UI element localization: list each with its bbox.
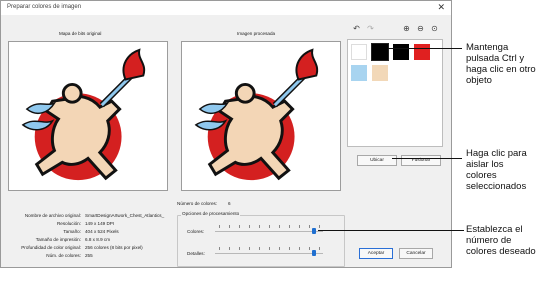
slider-tick [229,247,230,250]
slider-tick [299,247,300,250]
slider-tick [229,225,230,228]
original-runner-image [21,48,146,181]
slider-tick [219,225,220,228]
redo-icon[interactable]: ↷ [365,23,376,34]
detalles-slider[interactable] [215,253,323,254]
color-swatch[interactable] [414,44,430,60]
zoom-out-icon[interactable]: ⊖ [415,23,426,34]
slider-tick [309,225,310,228]
callout-leader-line [388,48,462,49]
color-swatch[interactable] [371,43,389,61]
processed-image-panel [181,41,341,191]
info-label: Tamaño: [63,229,81,234]
info-value: 149 x 149 DPI [85,221,115,226]
processed-runner-image [194,48,319,181]
close-icon[interactable]: ✕ [437,2,445,12]
processed-image-label: Imagen procesada [237,31,276,36]
prepare-image-colors-dialog: Preparar colores de imagen ✕ Mapa de bit… [0,0,452,268]
aceptar-button[interactable]: Aceptar [359,248,393,259]
info-label: Profundidad de color original: [21,245,81,250]
slider-tick [269,247,270,250]
processing-options-title: Opciones de procesamiento [181,211,241,216]
zoom-in-icon[interactable]: ⊕ [401,23,412,34]
info-value: 256 colores (8 bits por pixel) [85,245,143,250]
slider-tick [279,247,280,250]
slider-tick [249,225,250,228]
slider-tick [299,225,300,228]
slider-tick [239,247,240,250]
slider-tick [259,225,260,228]
slider-tick [319,225,320,228]
dialog-title: Preparar colores de imagen [7,4,82,10]
slider-tick [319,247,320,250]
original-bitmap-panel [8,41,168,191]
annotation-set-number: Establezca el número de colores deseado [466,224,536,257]
original-bitmap-label: Mapa de bits original [59,31,102,36]
slider-tick [239,225,240,228]
slider-tick [259,247,260,250]
cancelar-button[interactable]: Cancelar [399,248,433,259]
zoom-fit-icon[interactable]: ⊙ [429,23,440,34]
info-label: Nombre de archivo original: [24,213,81,218]
color-swatch[interactable] [351,65,367,81]
slider-tick [249,247,250,250]
info-label: Resolución: [56,221,81,226]
info-value: 404 x 524 Pixels [85,229,119,234]
slider-tick [269,225,270,228]
color-swatch[interactable] [393,44,409,60]
colores-slider[interactable] [215,231,323,232]
slider-tick [289,225,290,228]
color-swatch[interactable] [351,44,367,60]
callout-leader-line [392,158,462,159]
info-value: 255 [85,253,93,258]
num-colors-value: 6 [228,201,231,206]
annotation-ctrl-click: Mantenga pulsada Ctrl y haga clic en otr… [466,42,536,86]
callout-leader-line [318,230,464,231]
colores-slider-thumb[interactable] [312,228,317,234]
ubicar-button[interactable]: Ubicar [357,155,397,166]
slider-tick [289,247,290,250]
info-value: 6.8 x 8.9 cm [85,237,111,242]
detalles-slider-thumb[interactable] [312,250,317,256]
undo-icon[interactable]: ↶ [351,23,362,34]
slider-tick [309,247,310,250]
info-label: Núm. de colores: [46,253,81,258]
slider-tick [279,225,280,228]
colores-slider-label: Colores: [187,229,205,234]
info-value: SmartDesignArtwork_Chest_Atlantics_ [85,213,165,218]
color-swatch[interactable] [372,65,388,81]
detalles-slider-label: Detalles: [187,251,205,256]
num-colors-label: Número de colores: [177,201,218,206]
annotation-isolate-colors: Haga clic para aislar los colores selecc… [466,148,527,192]
slider-tick [219,247,220,250]
processing-options-group [177,215,345,267]
info-label: Tamaño de impresión: [35,237,81,242]
fusionar-button[interactable]: Fusionar [401,155,441,166]
title-bar: Preparar colores de imagen ✕ [1,1,451,15]
